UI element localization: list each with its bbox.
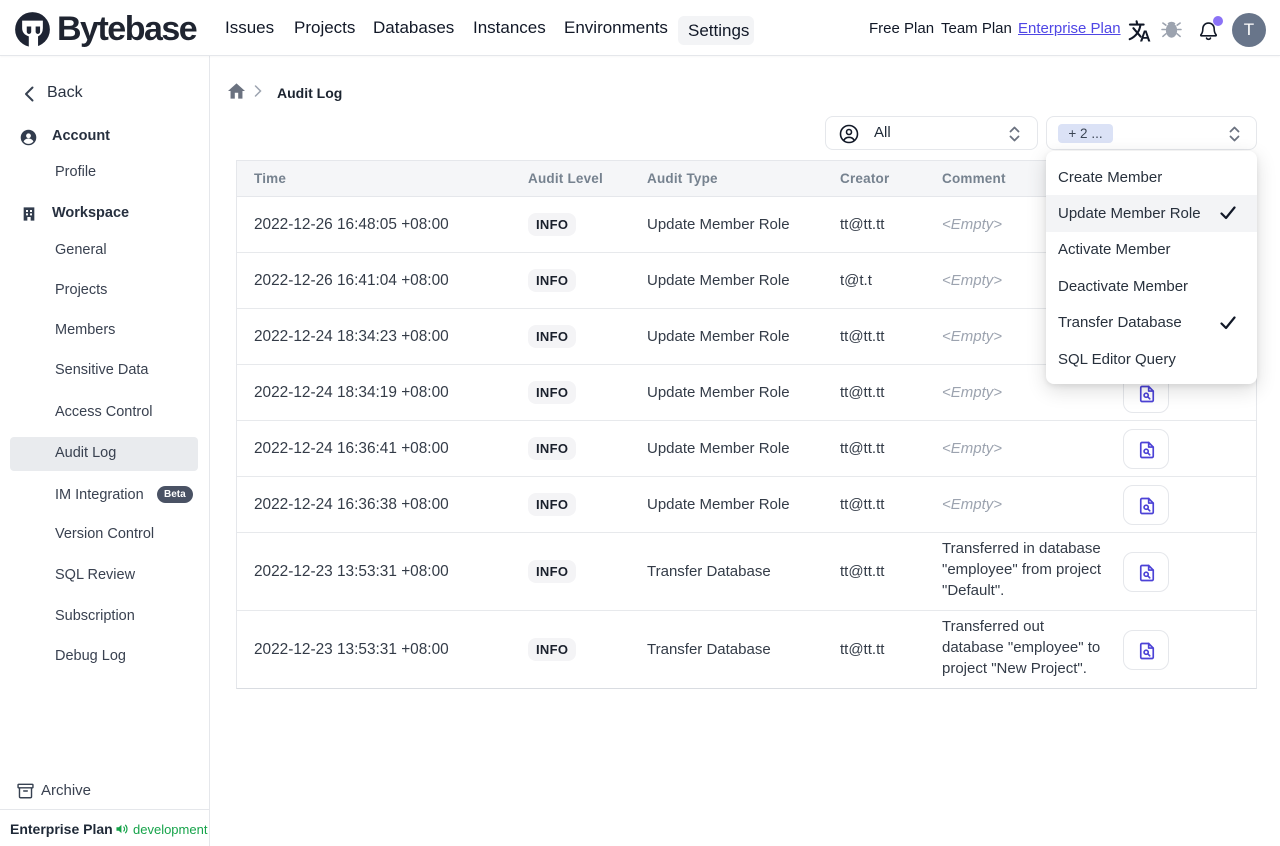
svg-text:A: A bbox=[1140, 28, 1151, 43]
